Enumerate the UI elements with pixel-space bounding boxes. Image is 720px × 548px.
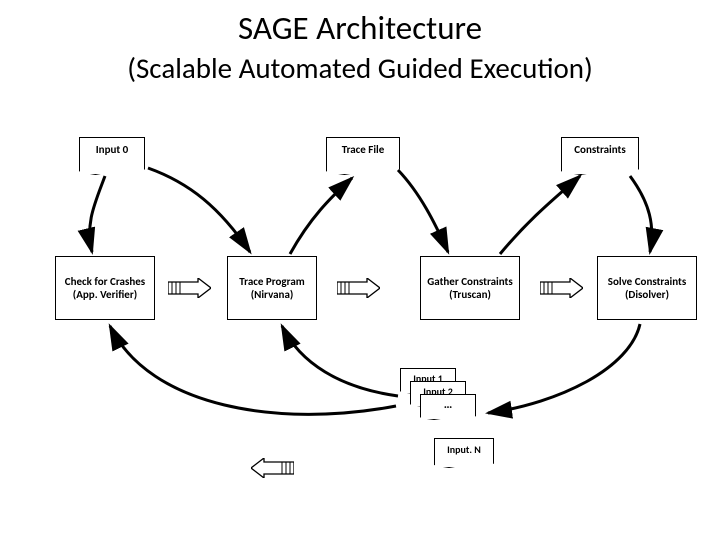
page-subtitle: (Scalable Automated Guided Execution) [0,50,720,86]
proc-solve-constraints: Solve Constraints (Disolver) [597,256,697,320]
block-arrow-icon [540,278,583,298]
doc-input0: Input 0 [79,137,145,175]
doc-constraints: Constraints [561,137,639,175]
page-title: SAGE Architecture [0,8,720,48]
proc-gather-constraints: Gather Constraints (Truscan) [420,256,520,320]
block-arrow-icon [337,278,380,298]
block-arrow-left-icon [251,458,294,478]
proc-trace-program: Trace Program (Nirvana) [227,256,317,320]
block-arrow-icon [168,278,211,298]
doc-inputn: Input. N [434,438,494,468]
doc-tracefile: Trace File [326,137,400,175]
doc-input-dots: … [420,394,476,420]
stacked-inputs: Input 1 Input 2 … [400,368,480,428]
proc-check-crashes: Check for Crashes (App. Verifier) [55,256,155,320]
